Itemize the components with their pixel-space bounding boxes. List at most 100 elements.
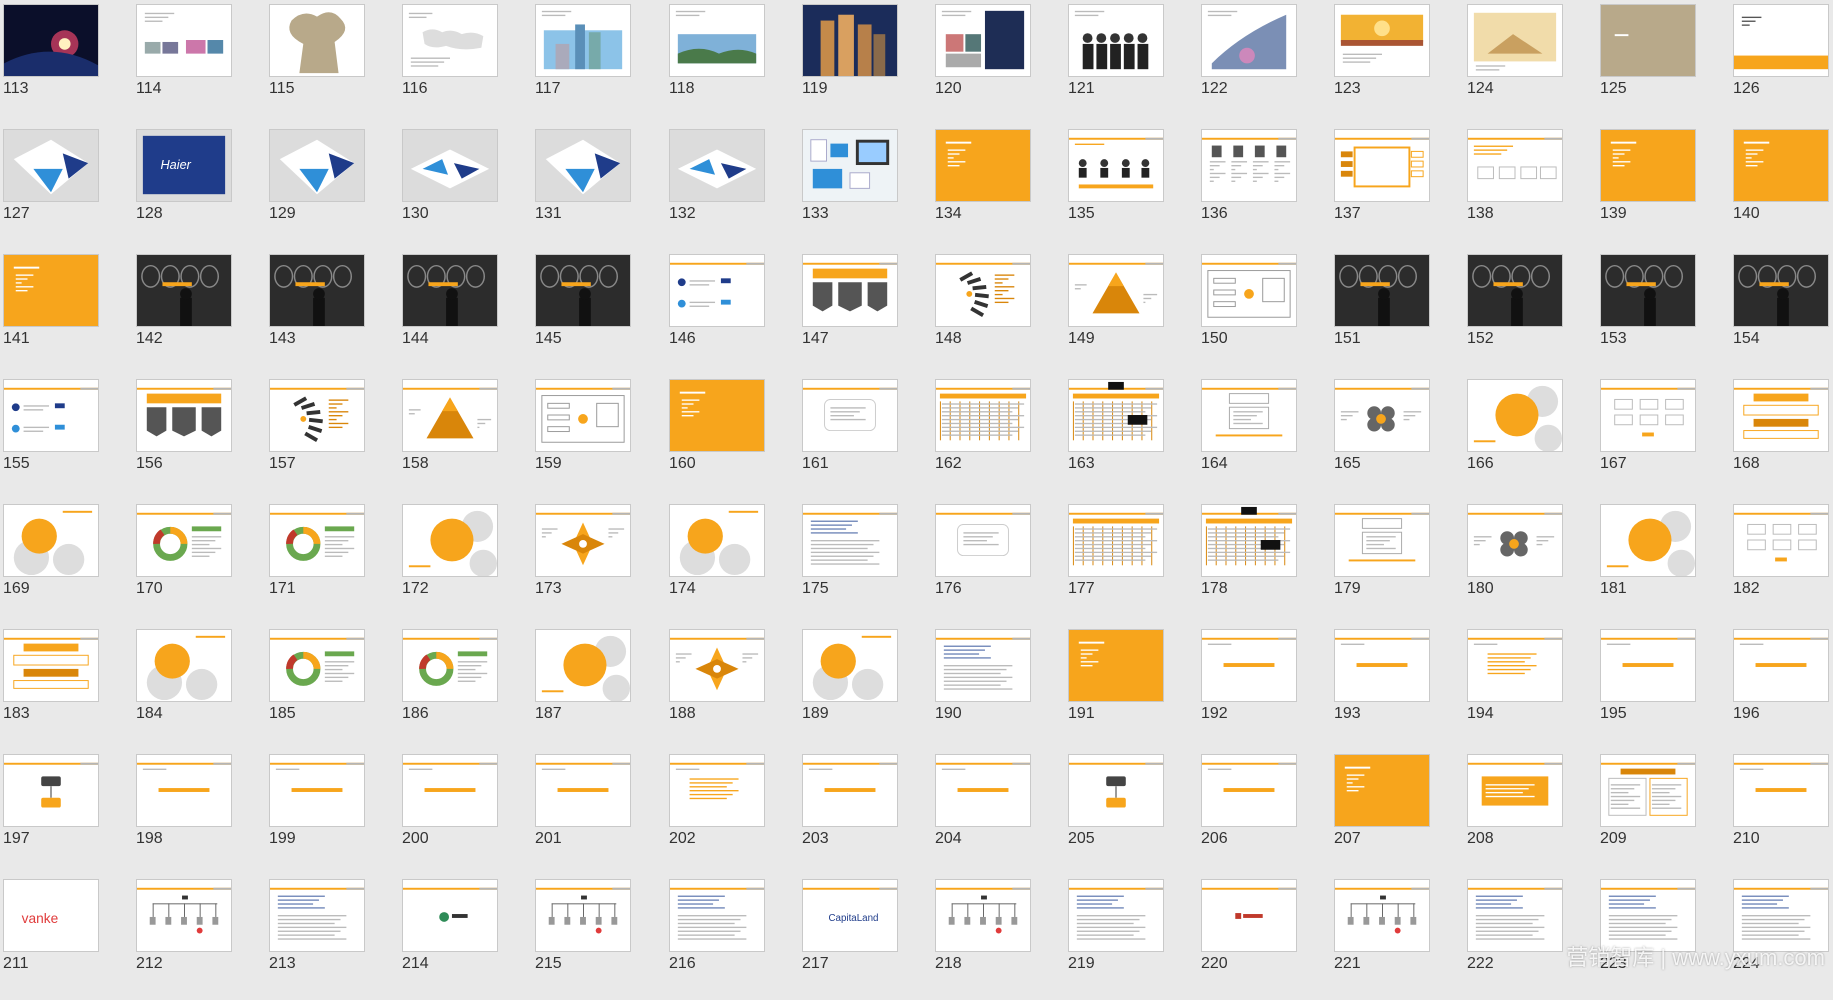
slide-preview[interactable] (669, 754, 765, 827)
slide-thumbnail-215[interactable]: 215 (532, 875, 665, 1000)
slide-preview[interactable] (1467, 629, 1563, 702)
slide-preview[interactable] (1068, 629, 1164, 702)
slide-thumbnail-195[interactable]: 195 (1597, 625, 1730, 750)
slide-thumbnail-163[interactable]: 163 (1065, 375, 1198, 500)
slide-preview[interactable] (1600, 254, 1696, 327)
slide-thumbnail-175[interactable]: 175 (799, 500, 932, 625)
slide-preview[interactable] (669, 379, 765, 452)
slide-thumbnail-214[interactable]: 214 (399, 875, 532, 1000)
slide-thumbnail-120[interactable]: 120 (932, 0, 1065, 125)
slide-thumbnail-178[interactable]: 178 (1198, 500, 1331, 625)
slide-thumbnail-184[interactable]: 184 (133, 625, 266, 750)
slide-thumbnail-220[interactable]: 220 (1198, 875, 1331, 1000)
slide-thumbnail-186[interactable]: 186 (399, 625, 532, 750)
slide-preview[interactable] (136, 879, 232, 952)
slide-preview[interactable] (1467, 879, 1563, 952)
slide-thumbnail-217[interactable]: CapitaLand 217 (799, 875, 932, 1000)
slide-preview[interactable] (3, 379, 99, 452)
slide-thumbnail-206[interactable]: 206 (1198, 750, 1331, 875)
slide-thumbnail-203[interactable]: 203 (799, 750, 932, 875)
slide-preview[interactable] (1201, 254, 1297, 327)
slide-preview[interactable] (1600, 129, 1696, 202)
slide-preview[interactable] (669, 879, 765, 952)
slide-preview[interactable] (1201, 879, 1297, 952)
slide-thumbnail-138[interactable]: 138 (1464, 125, 1597, 250)
slide-preview[interactable] (269, 754, 365, 827)
slide-preview[interactable] (136, 379, 232, 452)
slide-preview[interactable] (136, 754, 232, 827)
slide-thumbnail-137[interactable]: 137 (1331, 125, 1464, 250)
slide-thumbnail-177[interactable]: 177 (1065, 500, 1198, 625)
slide-thumbnail-162[interactable]: 162 (932, 375, 1065, 500)
slide-preview[interactable] (1068, 504, 1164, 577)
slide-thumbnail-204[interactable]: 204 (932, 750, 1065, 875)
slide-preview[interactable] (535, 129, 631, 202)
slide-preview[interactable] (535, 504, 631, 577)
slide-preview[interactable] (136, 629, 232, 702)
slide-thumbnail-201[interactable]: 201 (532, 750, 665, 875)
slide-preview[interactable] (269, 379, 365, 452)
slide-preview[interactable]: Haier (136, 129, 232, 202)
slide-preview[interactable] (1068, 4, 1164, 77)
slide-preview[interactable] (1600, 4, 1696, 77)
slide-thumbnail-172[interactable]: 172 (399, 500, 532, 625)
slide-thumbnail-161[interactable]: 161 (799, 375, 932, 500)
slide-thumbnail-143[interactable]: 143 (266, 250, 399, 375)
slide-thumbnail-223[interactable]: 223 (1597, 875, 1730, 1000)
slide-thumbnail-211[interactable]: vanke 211 (0, 875, 133, 1000)
slide-thumbnail-142[interactable]: 142 (133, 250, 266, 375)
slide-thumbnail-190[interactable]: 190 (932, 625, 1065, 750)
slide-thumbnail-130[interactable]: 130 (399, 125, 532, 250)
slide-thumbnail-158[interactable]: 158 (399, 375, 532, 500)
slide-thumbnail-146[interactable]: 146 (666, 250, 799, 375)
slide-thumbnail-196[interactable]: 196 (1730, 625, 1833, 750)
slide-preview[interactable] (535, 629, 631, 702)
slide-preview[interactable] (1201, 754, 1297, 827)
slide-preview[interactable] (1600, 379, 1696, 452)
slide-thumbnail-113[interactable]: 113 (0, 0, 133, 125)
slide-thumbnail-140[interactable]: 140 (1730, 125, 1833, 250)
slide-preview[interactable] (802, 629, 898, 702)
slide-preview[interactable] (3, 129, 99, 202)
slide-preview[interactable] (1334, 379, 1430, 452)
slide-thumbnail-168[interactable]: 168 (1730, 375, 1833, 500)
slide-preview[interactable] (1733, 129, 1829, 202)
slide-thumbnail-205[interactable]: 205 (1065, 750, 1198, 875)
slide-thumbnail-132[interactable]: 132 (666, 125, 799, 250)
slide-thumbnail-197[interactable]: 197 (0, 750, 133, 875)
slide-preview[interactable] (402, 629, 498, 702)
slide-thumbnail-124[interactable]: 124 (1464, 0, 1597, 125)
slide-thumbnail-181[interactable]: 181 (1597, 500, 1730, 625)
slide-preview[interactable] (402, 254, 498, 327)
slide-preview[interactable] (535, 4, 631, 77)
slide-preview[interactable] (802, 504, 898, 577)
slide-thumbnail-147[interactable]: 147 (799, 250, 932, 375)
slide-thumbnail-123[interactable]: 123 (1331, 0, 1464, 125)
slide-preview[interactable] (1068, 254, 1164, 327)
slide-preview[interactable] (3, 254, 99, 327)
slide-thumbnail-152[interactable]: 152 (1464, 250, 1597, 375)
slide-preview[interactable] (935, 879, 1031, 952)
slide-thumbnail-194[interactable]: 194 (1464, 625, 1597, 750)
slide-preview[interactable] (802, 754, 898, 827)
slide-thumbnail-166[interactable]: 166 (1464, 375, 1597, 500)
slide-preview[interactable] (669, 254, 765, 327)
slide-thumbnail-209[interactable]: 209 (1597, 750, 1730, 875)
slide-preview[interactable] (1467, 129, 1563, 202)
slide-thumbnail-117[interactable]: 117 (532, 0, 665, 125)
slide-preview[interactable] (1733, 4, 1829, 77)
slide-thumbnail-144[interactable]: 144 (399, 250, 532, 375)
slide-preview[interactable] (1600, 629, 1696, 702)
slide-thumbnail-224[interactable]: 224 (1730, 875, 1833, 1000)
slide-preview[interactable] (1334, 629, 1430, 702)
slide-thumbnail-213[interactable]: 213 (266, 875, 399, 1000)
slide-preview[interactable] (1201, 129, 1297, 202)
slide-thumbnail-148[interactable]: 148 (932, 250, 1065, 375)
slide-thumbnail-221[interactable]: 221 (1331, 875, 1464, 1000)
slide-thumbnail-116[interactable]: 116 (399, 0, 532, 125)
slide-thumbnail-119[interactable]: 119 (799, 0, 932, 125)
slide-preview[interactable] (935, 379, 1031, 452)
slide-thumbnail-170[interactable]: 170 (133, 500, 266, 625)
slide-preview[interactable] (1600, 754, 1696, 827)
slide-preview[interactable] (1334, 254, 1430, 327)
